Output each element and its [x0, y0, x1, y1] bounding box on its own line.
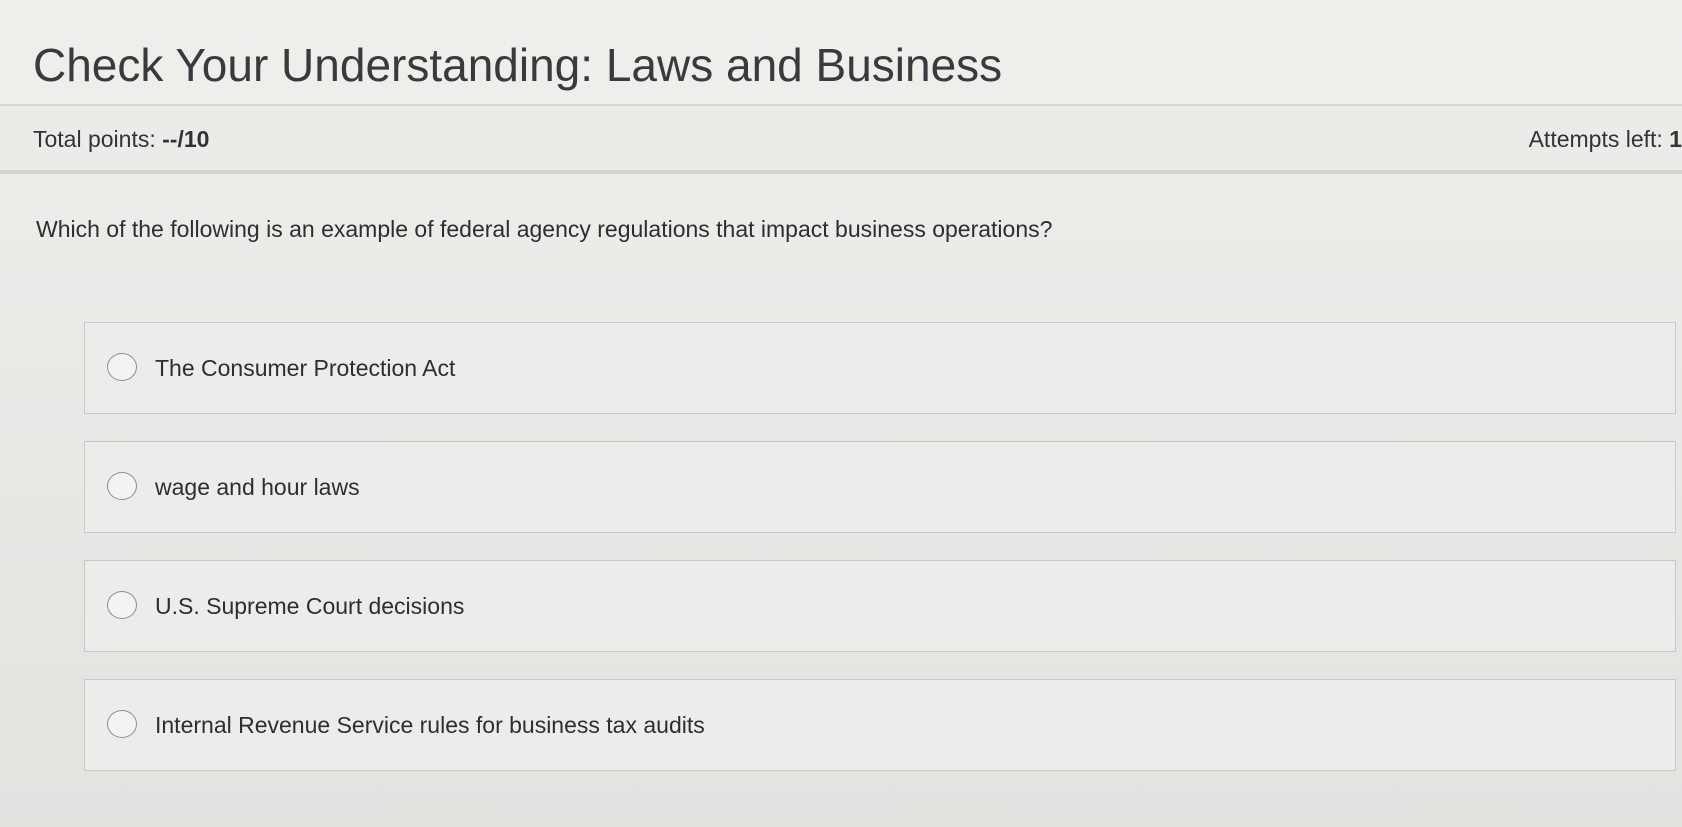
- answer-option-3[interactable]: U.S. Supreme Court decisions: [84, 560, 1676, 652]
- page-title: Check Your Understanding: Laws and Busin…: [33, 39, 1003, 91]
- question-text: Which of the following is an example of …: [36, 216, 1053, 242]
- answer-options: The Consumer Protection Act wage and hou…: [84, 322, 1676, 798]
- attempts-left-label: Attempts left:: [1528, 126, 1670, 152]
- option-label: U.S. Supreme Court decisions: [155, 593, 465, 619]
- radio-button[interactable]: [107, 353, 137, 381]
- answer-option-2[interactable]: wage and hour laws: [84, 441, 1676, 533]
- option-label: Internal Revenue Service rules for busin…: [155, 712, 705, 738]
- total-points-label: Total points:: [33, 126, 163, 152]
- option-label: The Consumer Protection Act: [155, 355, 456, 381]
- option-label: wage and hour laws: [155, 474, 360, 500]
- score-bar: Total points: --/10 Attempts left: 1: [0, 106, 1682, 174]
- quiz-page: Check Your Understanding: Laws and Busin…: [0, 0, 1682, 827]
- answer-option-4[interactable]: Internal Revenue Service rules for busin…: [84, 679, 1676, 771]
- total-points-value: --/10: [162, 126, 210, 152]
- answer-option-1[interactable]: The Consumer Protection Act: [84, 322, 1676, 414]
- radio-button[interactable]: [107, 472, 137, 500]
- radio-button[interactable]: [107, 710, 137, 738]
- attempts-left: Attempts left: 1: [1529, 126, 1682, 153]
- total-points: Total points: --/10: [33, 126, 209, 153]
- radio-button[interactable]: [107, 591, 137, 619]
- attempts-left-value: 1: [1669, 126, 1682, 152]
